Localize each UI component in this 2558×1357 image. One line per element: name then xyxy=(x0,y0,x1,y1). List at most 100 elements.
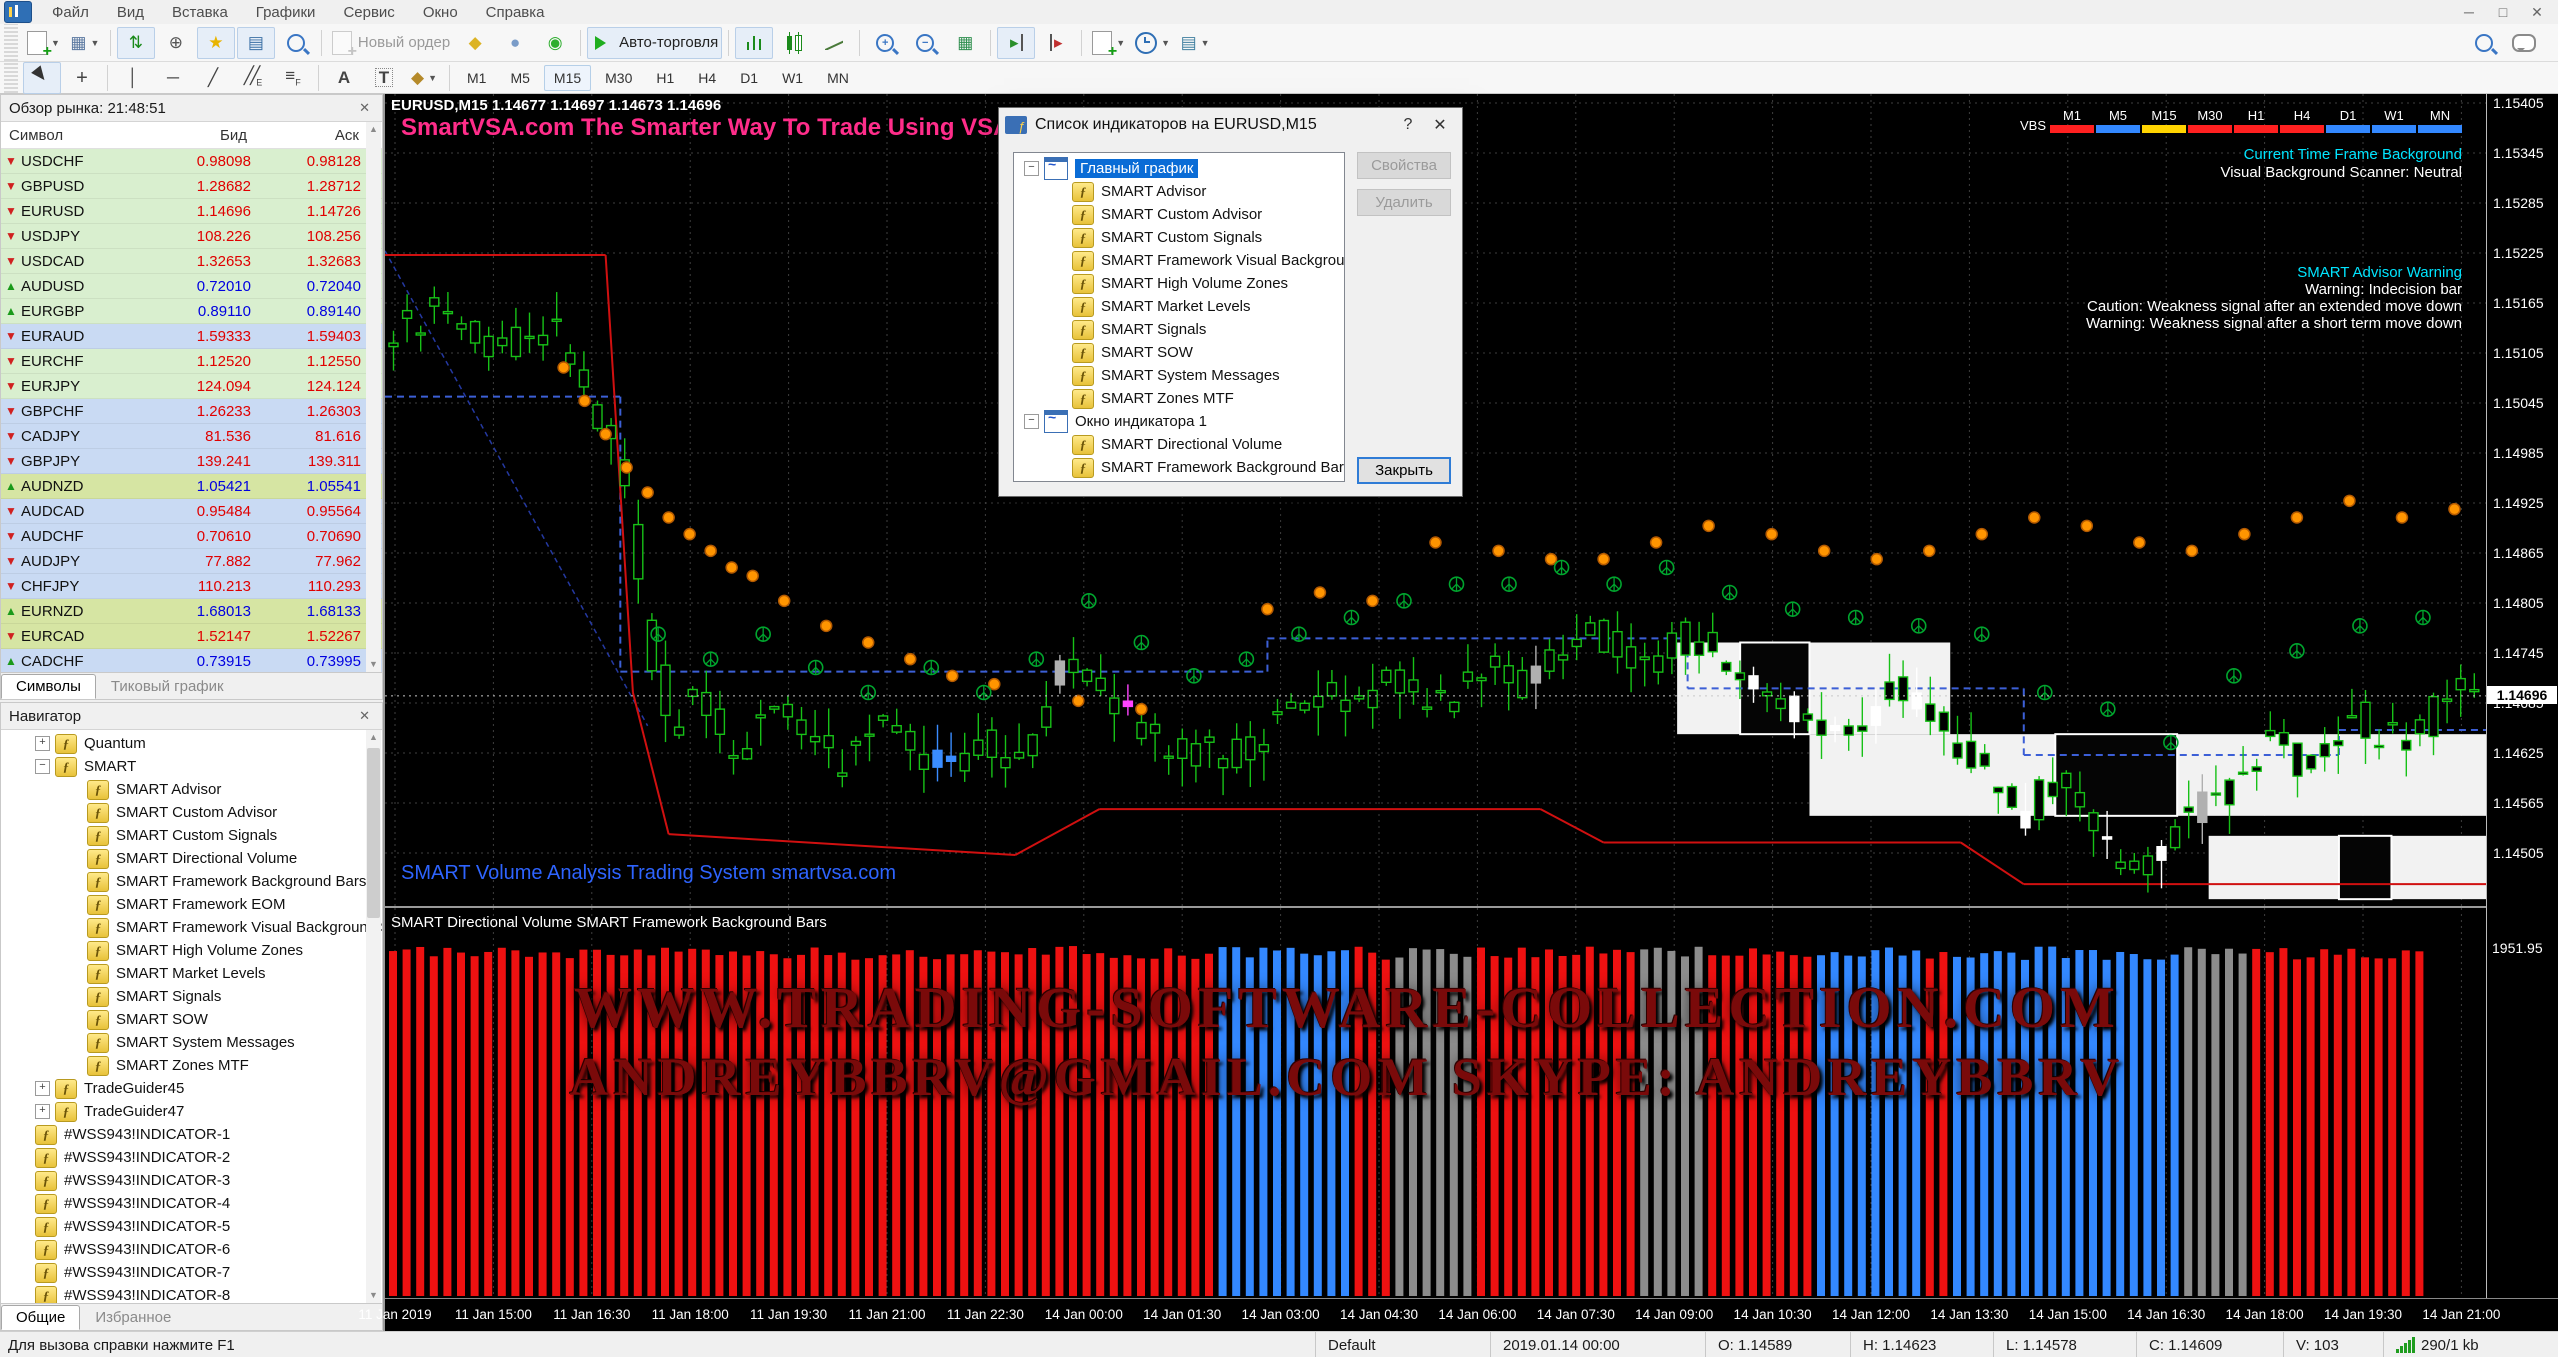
menu-item-файл[interactable]: Файл xyxy=(38,2,103,23)
market-watch-row-GBPJPY[interactable]: ▼GBPJPY139.241139.311 xyxy=(1,449,382,474)
timeframe-mn[interactable]: MN xyxy=(817,65,859,91)
line-chart-button[interactable] xyxy=(815,27,853,59)
chevron-down-icon[interactable]: ▼ xyxy=(1161,38,1170,48)
timeframe-h1[interactable]: H1 xyxy=(646,65,684,91)
market-watch-row-EURCAD[interactable]: ▼EURCAD1.521471.52267 xyxy=(1,624,382,649)
vline-button[interactable]: │ xyxy=(114,62,152,94)
price-scale[interactable]: 1.154051.153451.152851.152251.151651.151… xyxy=(2486,94,2558,1298)
navigator-item[interactable]: ƒ#WSS943!INDICATOR-3 xyxy=(1,1169,382,1192)
dialog-indicator-row[interactable]: ƒSMART System Messages xyxy=(1014,364,1344,387)
dialog-help-button[interactable]: ? xyxy=(1392,116,1424,134)
bar-chart-button[interactable] xyxy=(735,27,773,59)
menu-item-вставка[interactable]: Вставка xyxy=(158,2,242,23)
navigator-item[interactable]: ƒSMART System Messages xyxy=(1,1031,382,1054)
market-watch-row-CHFJPY[interactable]: ▼CHFJPY110.213110.293 xyxy=(1,574,382,599)
menu-item-графики[interactable]: Графики xyxy=(242,2,330,23)
navigator-item[interactable]: ƒSMART SOW xyxy=(1,1008,382,1031)
market-watch-row-GBPCHF[interactable]: ▼GBPCHF1.262331.26303 xyxy=(1,399,382,424)
zoom-out-button[interactable]: − xyxy=(906,27,944,59)
navigator-item[interactable]: ƒSMART Framework Background Bars xyxy=(1,870,382,893)
market-watch-row-AUDUSD[interactable]: ▲AUDUSD0.720100.72040 xyxy=(1,274,382,299)
dialog-indicator-row[interactable]: ƒSMART Framework Background Bars xyxy=(1014,456,1344,479)
market-watch-row-AUDNZD[interactable]: ▲AUDNZD1.054211.05541 xyxy=(1,474,382,499)
minimize-button[interactable]: ─ xyxy=(2454,4,2484,21)
text-label-button[interactable]: T xyxy=(365,62,403,94)
market-watch-row-CADCHF[interactable]: ▲CADCHF0.739150.73995 xyxy=(1,649,382,674)
timeframe-m1[interactable]: M1 xyxy=(457,65,496,91)
shift-chart-button[interactable]: ▸ xyxy=(1037,27,1075,59)
close-dialog-button[interactable]: Закрыть xyxy=(1357,457,1451,484)
text-button[interactable]: A xyxy=(325,62,363,94)
tab-тиковый-график[interactable]: Тиковый график xyxy=(96,674,239,699)
market-watch-row-GBPUSD[interactable]: ▼GBPUSD1.286821.28712 xyxy=(1,174,382,199)
community-button[interactable]: ● xyxy=(496,27,534,59)
chevron-down-icon[interactable]: ▼ xyxy=(1116,38,1125,48)
timeframe-d1[interactable]: D1 xyxy=(730,65,768,91)
market-watch-row-EURNZD[interactable]: ▲EURNZD1.680131.68133 xyxy=(1,599,382,624)
cursor-button[interactable] xyxy=(23,62,61,94)
periods-button[interactable]: ▼ xyxy=(1131,27,1174,59)
tab-символы[interactable]: Символы xyxy=(1,674,96,699)
market-watch-row-AUDJPY[interactable]: ▼AUDJPY77.88277.962 xyxy=(1,549,382,574)
menu-item-окно[interactable]: Окно xyxy=(409,2,472,23)
navigator-item[interactable]: ƒ#WSS943!INDICATOR-6 xyxy=(1,1238,382,1261)
navigator-item[interactable]: ƒSMART Custom Advisor xyxy=(1,801,382,824)
navigator-item[interactable]: ƒSMART High Volume Zones xyxy=(1,939,382,962)
navigator-scrollbar[interactable]: ▲ ▼ xyxy=(366,730,381,1303)
chevron-down-icon[interactable]: ▼ xyxy=(1201,38,1210,48)
zoom-in-button[interactable]: + xyxy=(866,27,904,59)
navigator-item[interactable]: +ƒTradeGuider47 xyxy=(1,1100,382,1123)
strategy-tester-button[interactable] xyxy=(277,27,315,59)
expand-icon[interactable]: + xyxy=(35,1081,50,1096)
dialog-group-row[interactable]: −Главный график xyxy=(1014,157,1344,180)
market-watch-row-EURJPY[interactable]: ▼EURJPY124.094124.124 xyxy=(1,374,382,399)
dialog-indicator-row[interactable]: ƒSMART High Volume Zones xyxy=(1014,272,1344,295)
expand-icon[interactable]: + xyxy=(35,1104,50,1119)
dialog-group-row[interactable]: −Окно индикатора 1 xyxy=(1014,410,1344,433)
timeframe-m30[interactable]: M30 xyxy=(595,65,642,91)
market-watch-row-AUDCAD[interactable]: ▼AUDCAD0.954840.95564 xyxy=(1,499,382,524)
navigator-item[interactable]: ƒ#WSS943!INDICATOR-4 xyxy=(1,1192,382,1215)
candle-chart-button[interactable] xyxy=(775,27,813,59)
chevron-down-icon[interactable]: ▼ xyxy=(90,38,99,48)
dialog-indicator-row[interactable]: ƒSMART Custom Advisor xyxy=(1014,203,1344,226)
dialog-indicator-row[interactable]: ƒSMART Directional Volume xyxy=(1014,433,1344,456)
trendline-button[interactable]: ╱ xyxy=(194,62,232,94)
navigator-item[interactable]: ƒ#WSS943!INDICATOR-1 xyxy=(1,1123,382,1146)
market-watch-row-EURCHF[interactable]: ▼EURCHF1.125201.12550 xyxy=(1,349,382,374)
market-watch-row-USDCAD[interactable]: ▼USDCAD1.326531.32683 xyxy=(1,249,382,274)
expand-icon[interactable]: − xyxy=(1024,161,1039,176)
menu-item-вид[interactable]: Вид xyxy=(103,2,158,23)
tile-windows-button[interactable]: ▦ xyxy=(946,27,984,59)
dialog-indicator-row[interactable]: ƒSMART Zones MTF xyxy=(1014,387,1344,410)
menu-item-справка[interactable]: Справка xyxy=(472,2,559,23)
scroll-up-icon[interactable]: ▲ xyxy=(366,730,381,745)
timeframe-h4[interactable]: H4 xyxy=(688,65,726,91)
close-icon[interactable]: ✕ xyxy=(355,100,374,116)
maximize-button[interactable]: □ xyxy=(2488,4,2518,21)
search-button[interactable] xyxy=(2465,27,2503,59)
market-watch-scrollbar[interactable]: ▲ ▼ xyxy=(366,122,381,672)
navigator-item[interactable]: ƒ#WSS943!INDICATOR-5 xyxy=(1,1215,382,1238)
menu-item-сервис[interactable]: Сервис xyxy=(329,2,408,23)
channel-button[interactable]: ╱╱E xyxy=(234,62,272,94)
scroll-thumb[interactable] xyxy=(367,748,380,918)
navigator-item[interactable]: ƒSMART Custom Signals xyxy=(1,824,382,847)
market-watch-toggle[interactable]: ⇅ xyxy=(117,27,155,59)
navigator-item[interactable]: ƒSMART Market Levels xyxy=(1,962,382,985)
profiles-button[interactable]: ▦▼ xyxy=(66,27,104,59)
dialog-indicator-row[interactable]: ƒSMART Framework Visual Background Scann… xyxy=(1014,249,1344,272)
chat-button[interactable] xyxy=(2505,27,2543,59)
navigator-toggle[interactable]: ★ xyxy=(197,27,235,59)
dialog-close-button[interactable]: ✕ xyxy=(1424,115,1456,135)
expand-icon[interactable]: + xyxy=(35,736,50,751)
timeframe-m5[interactable]: M5 xyxy=(500,65,539,91)
scroll-down-icon[interactable]: ▼ xyxy=(366,1288,381,1303)
crosshair-button[interactable]: + xyxy=(63,62,101,94)
dialog-indicator-row[interactable]: ƒSMART SOW xyxy=(1014,341,1344,364)
navigator-item[interactable]: ƒSMART Directional Volume xyxy=(1,847,382,870)
templates-button[interactable]: ▤▼ xyxy=(1176,27,1214,59)
dialog-indicator-row[interactable]: ƒSMART Signals xyxy=(1014,318,1344,341)
close-icon[interactable]: ✕ xyxy=(355,708,374,724)
metaeditor-button[interactable]: ◆ xyxy=(456,27,494,59)
